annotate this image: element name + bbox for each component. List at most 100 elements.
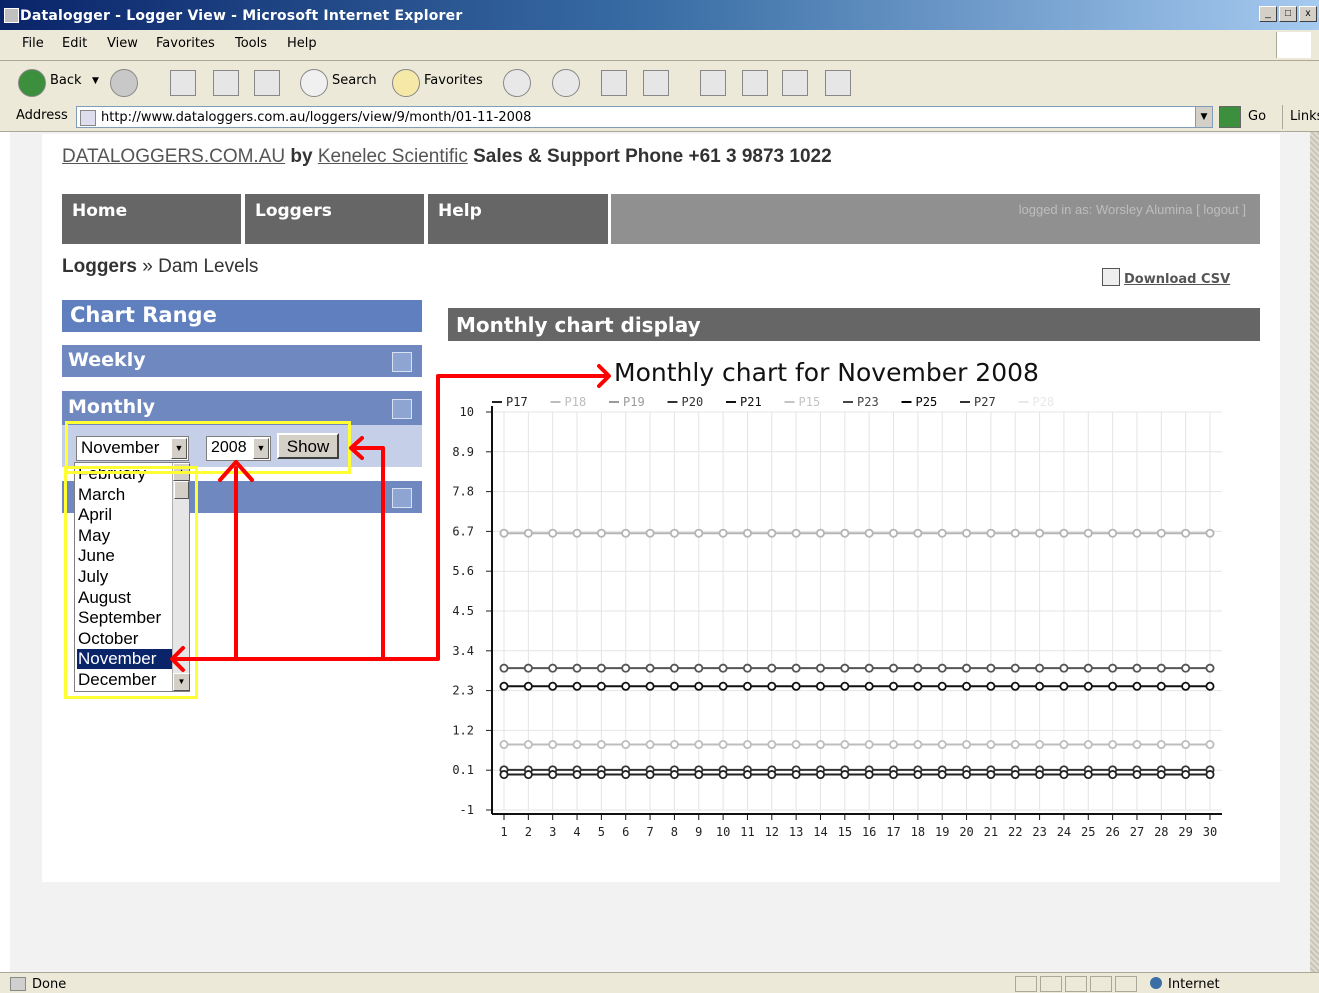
data-point — [742, 663, 752, 673]
data-point — [815, 740, 825, 750]
data-point — [1035, 528, 1045, 538]
data-point — [913, 528, 923, 538]
home-icon[interactable] — [254, 70, 280, 96]
mail-icon[interactable] — [552, 69, 580, 97]
back-arrow-icon[interactable] — [18, 69, 46, 97]
brand-link[interactable]: DATALOGGERS.COM.AU — [62, 146, 285, 167]
nav-help-label[interactable]: Help — [438, 201, 482, 221]
highlight-list-box — [64, 466, 198, 699]
window-title-bar[interactable]: Datalogger - Logger View - Microsoft Int… — [0, 0, 1319, 30]
messenger-icon[interactable] — [782, 70, 808, 96]
media-icon[interactable] — [503, 69, 531, 97]
nav-loggers[interactable]: Loggers — [245, 194, 424, 244]
address-dropdown-icon[interactable]: ▼ — [1195, 107, 1212, 127]
menu-favorites[interactable]: Favorites — [156, 36, 215, 51]
address-url[interactable]: http://www.dataloggers.com.au/loggers/vi… — [101, 110, 531, 125]
discuss-icon[interactable] — [700, 70, 726, 96]
users-icon[interactable] — [825, 70, 851, 96]
nav-home[interactable]: Home — [62, 194, 241, 244]
refresh-icon[interactable] — [213, 70, 239, 96]
data-point — [548, 528, 558, 538]
calendar-icon[interactable] — [392, 399, 412, 419]
data-point — [791, 663, 801, 673]
data-point — [572, 740, 582, 750]
x-tick-label: 14 — [813, 825, 827, 839]
nav-home-label[interactable]: Home — [72, 201, 127, 221]
back-dropdown-icon[interactable]: ▼ — [92, 76, 99, 86]
breadcrumb-root[interactable]: Loggers — [62, 256, 137, 277]
breadcrumb: Loggers » Dam Levels — [62, 256, 258, 278]
x-tick-label: 24 — [1057, 825, 1071, 839]
x-tick-label: 29 — [1178, 825, 1192, 839]
data-point — [986, 528, 996, 538]
monthly-panel[interactable]: Monthly — [62, 391, 422, 425]
data-point — [840, 681, 850, 691]
nav-help[interactable]: Help — [428, 194, 608, 244]
data-point — [913, 740, 923, 750]
x-tick-label: 6 — [622, 825, 629, 839]
breadcrumb-separator: » — [142, 256, 153, 277]
monthly-label[interactable]: Monthly — [68, 396, 155, 418]
menu-edit[interactable]: Edit — [62, 36, 87, 51]
weekly-label[interactable]: Weekly — [68, 349, 146, 371]
search-icon[interactable] — [300, 69, 328, 97]
data-point — [962, 528, 972, 538]
data-point — [791, 770, 801, 780]
data-point — [1083, 663, 1093, 673]
windows-logo-icon — [1276, 32, 1311, 58]
data-point — [548, 770, 558, 780]
links-label[interactable]: Links — [1290, 109, 1319, 124]
data-point — [1010, 663, 1020, 673]
data-point — [986, 740, 996, 750]
vertical-scrollbar[interactable] — [1310, 132, 1319, 972]
series-P25 — [499, 681, 1215, 691]
nav-loggers-label[interactable]: Loggers — [255, 201, 332, 221]
address-input[interactable]: http://www.dataloggers.com.au/loggers/vi… — [76, 106, 1213, 128]
maximize-button[interactable]: □ — [1279, 6, 1297, 22]
search-label[interactable]: Search — [332, 73, 377, 88]
stop-icon[interactable] — [170, 70, 196, 96]
back-label[interactable]: Back — [50, 73, 82, 88]
chart-range-title: Chart Range — [70, 303, 217, 327]
go-arrow-icon[interactable] — [1219, 106, 1241, 128]
data-point — [1083, 740, 1093, 750]
menu-tools[interactable]: Tools — [235, 36, 267, 51]
x-tick-label: 19 — [935, 825, 949, 839]
y-tick-label: 3.4 — [452, 644, 474, 658]
download-csv-link[interactable]: Download CSV — [1102, 268, 1230, 287]
minimize-button[interactable]: _ — [1259, 6, 1277, 22]
favorites-label[interactable]: Favorites — [424, 73, 483, 88]
menu-view[interactable]: View — [107, 36, 138, 51]
close-button[interactable]: x — [1299, 6, 1317, 22]
y-tick-label: 10 — [460, 405, 474, 419]
data-point — [1108, 528, 1118, 538]
x-tick-label: 27 — [1130, 825, 1144, 839]
company-link[interactable]: Kenelec Scientific — [318, 146, 468, 167]
logged-in-user[interactable]: logged in as: Worsley Alumina [ logout ] — [1019, 202, 1246, 217]
menu-help[interactable]: Help — [287, 36, 317, 51]
legend-label: P23 — [857, 395, 879, 409]
weekly-panel[interactable]: Weekly — [62, 345, 422, 377]
menu-file[interactable]: File — [22, 36, 44, 51]
data-point — [1010, 681, 1020, 691]
x-tick-label: 2 — [525, 825, 532, 839]
menu-bar: File Edit View Favorites Tools Help — [0, 30, 1319, 61]
download-csv-label[interactable]: Download CSV — [1124, 272, 1230, 287]
status-cell — [1115, 976, 1137, 992]
go-button[interactable]: Go — [1248, 109, 1266, 124]
research-icon[interactable] — [742, 70, 768, 96]
data-point — [499, 740, 509, 750]
legend-label: P15 — [799, 395, 821, 409]
data-point — [694, 770, 704, 780]
data-point — [1181, 663, 1191, 673]
data-point — [718, 528, 728, 538]
x-tick-label: 1 — [500, 825, 507, 839]
calendar-icon[interactable] — [392, 488, 412, 508]
data-point — [937, 681, 947, 691]
data-point — [669, 528, 679, 538]
calendar-icon[interactable] — [392, 352, 412, 372]
forward-arrow-icon[interactable] — [110, 69, 138, 97]
print-icon[interactable] — [601, 70, 627, 96]
edit-word-icon[interactable] — [643, 70, 669, 96]
favorites-star-icon[interactable] — [392, 69, 420, 97]
